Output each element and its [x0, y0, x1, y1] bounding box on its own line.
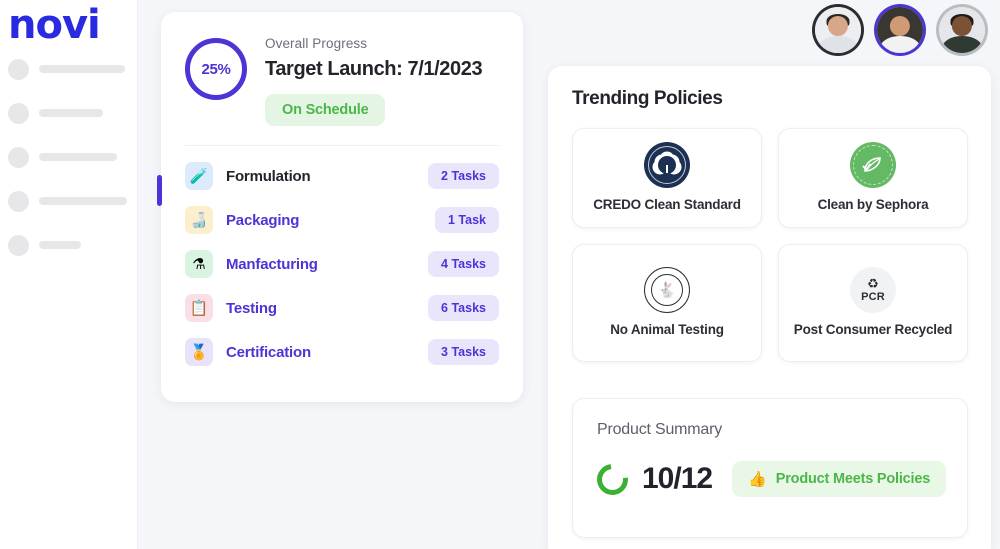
status-badge: On Schedule — [265, 94, 386, 126]
thumbs-up-icon: 👍 — [748, 470, 767, 488]
recycle-icon: ♻ — [867, 276, 879, 292]
avatar-user-2[interactable] — [874, 4, 926, 56]
product-summary-title: Product Summary — [597, 421, 723, 438]
trending-policies-panel: Trending Policies CREDO Clean Standard C… — [548, 66, 991, 549]
policy-card-sephora[interactable]: Clean by Sephora — [778, 128, 968, 228]
product-meets-policies-badge: 👍 Product Meets Policies — [732, 461, 947, 497]
sidebar-item-placeholder[interactable] — [8, 58, 134, 80]
avatar — [877, 7, 923, 53]
sidebar-item-placeholder[interactable] — [8, 146, 134, 168]
progress-percent-label: 25% — [201, 60, 231, 78]
sidebar-item-placeholder[interactable] — [8, 234, 134, 256]
active-row-accent-bar — [157, 175, 162, 206]
sephora-leaf-seal-icon — [850, 142, 896, 189]
avatar-user-3[interactable] — [936, 4, 988, 56]
task-label[interactable]: Packaging — [226, 212, 435, 229]
bottle-icon: 🍶 — [185, 206, 213, 234]
policy-card-credo[interactable]: CREDO Clean Standard — [572, 128, 762, 228]
credo-seal-icon — [644, 142, 690, 189]
flask-icon: ⚗ — [185, 250, 213, 278]
table-row[interactable]: 📋 Testing 6 Tasks — [185, 286, 499, 330]
pcr-label: PCR — [861, 291, 885, 304]
table-row[interactable]: 🏅 Certification 3 Tasks — [185, 330, 499, 374]
table-row[interactable]: 🧪 Formulation 2 Tasks — [185, 154, 499, 198]
policy-label: CREDO Clean Standard — [593, 197, 741, 213]
overall-progress-label: Overall Progress — [265, 36, 368, 51]
pcr-recycle-seal-icon: ♻ PCR — [850, 267, 896, 314]
policy-label: Clean by Sephora — [817, 197, 929, 213]
table-row[interactable]: ⚗ Manfacturing 4 Tasks — [185, 242, 499, 286]
avatar — [939, 7, 985, 53]
no-animal-testing-seal-icon: 🐇 — [644, 267, 690, 314]
placeholder-avatar-icon — [8, 146, 29, 168]
task-count-badge[interactable]: 4 Tasks — [428, 251, 499, 277]
user-avatar-group — [812, 4, 988, 56]
task-count-badge[interactable]: 6 Tasks — [428, 295, 499, 321]
award-ribbon-icon: 🏅 — [185, 338, 213, 366]
placeholder-avatar-icon — [8, 234, 29, 256]
progress-card: 25% Overall Progress Target Launch: 7/1/… — [161, 12, 523, 402]
test-tube-icon: 🧪 — [185, 162, 213, 190]
sidebar-nav-skeleton — [8, 58, 134, 278]
target-launch-title: Target Launch: 7/1/2023 — [265, 58, 483, 80]
clipboard-icon: 📋 — [185, 294, 213, 322]
avatar-body — [818, 35, 858, 53]
overall-progress-ring: 25% — [185, 38, 247, 100]
summary-progress-ring-icon — [590, 457, 635, 501]
placeholder-label-bar — [39, 109, 103, 117]
progress-headings: Overall Progress Target Launch: 7/1/2023… — [265, 36, 497, 126]
placeholder-label-bar — [39, 197, 127, 205]
progress-card-header: 25% Overall Progress Target Launch: 7/1/… — [161, 12, 523, 126]
avatar-body — [880, 35, 920, 53]
placeholder-label-bar — [39, 153, 117, 161]
product-summary-row: 10/12 👍 Product Meets Policies — [590, 457, 947, 501]
task-label[interactable]: Certification — [226, 344, 428, 361]
avatar-user-1[interactable] — [812, 4, 864, 56]
app-logo[interactable]: novi — [8, 2, 101, 48]
placeholder-avatar-icon — [8, 102, 29, 124]
placeholder-label-bar — [39, 241, 81, 249]
policy-label: No Animal Testing — [610, 322, 724, 338]
policy-label: Post Consumer Recycled — [793, 322, 953, 338]
app-root: novi 25% Overall Progress Target Launch:… — [0, 0, 1000, 549]
policy-card-grid: CREDO Clean Standard Clean by Sephora 🐇 … — [572, 128, 968, 362]
task-label[interactable]: Testing — [226, 300, 428, 317]
policy-card-no-animal-testing[interactable]: 🐇 No Animal Testing — [572, 244, 762, 362]
sidebar-item-placeholder[interactable] — [8, 190, 134, 212]
task-count-badge[interactable]: 3 Tasks — [428, 339, 499, 365]
product-summary-card: Product Summary 10/12 👍 Product Meets Po… — [572, 398, 968, 538]
page-title: Trending Policies — [572, 88, 723, 109]
policy-card-post-consumer-recycled[interactable]: ♻ PCR Post Consumer Recycled — [778, 244, 968, 362]
placeholder-avatar-icon — [8, 58, 29, 80]
avatar — [815, 7, 861, 53]
policy-count: 10/12 — [642, 462, 713, 495]
avatar-body — [942, 35, 982, 53]
task-label[interactable]: Manfacturing — [226, 256, 428, 273]
task-count-badge[interactable]: 1 Task — [435, 207, 499, 233]
product-meets-policies-label: Product Meets Policies — [775, 471, 931, 487]
placeholder-avatar-icon — [8, 190, 29, 212]
sidebar-item-placeholder[interactable] — [8, 102, 134, 124]
table-row[interactable]: 🍶 Packaging 1 Task — [185, 198, 499, 242]
placeholder-label-bar — [39, 65, 125, 73]
sidebar: novi — [0, 0, 138, 549]
task-list: 🧪 Formulation 2 Tasks 🍶 Packaging 1 Task… — [161, 146, 523, 374]
task-count-badge[interactable]: 2 Tasks — [428, 163, 499, 189]
task-label[interactable]: Formulation — [226, 168, 428, 185]
